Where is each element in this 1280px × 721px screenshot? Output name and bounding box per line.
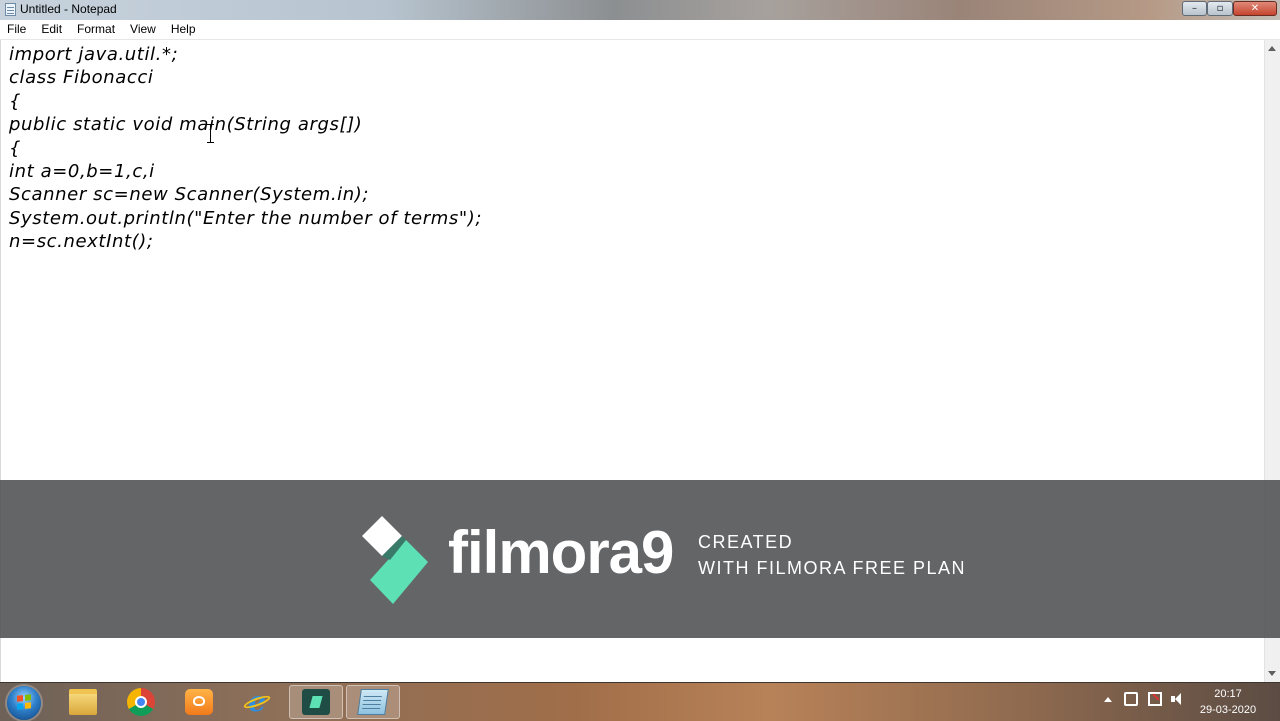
menu-edit[interactable]: Edit bbox=[34, 20, 70, 39]
watermark-line-1: CREATED bbox=[698, 532, 794, 552]
chrome-icon bbox=[127, 688, 155, 716]
taskbar-explorer[interactable] bbox=[56, 685, 110, 719]
ibeam-cursor-icon bbox=[207, 124, 214, 143]
menu-view[interactable]: View bbox=[123, 20, 164, 39]
filmora-logo-icon bbox=[362, 516, 428, 604]
code-line: class Fibonacci bbox=[9, 67, 154, 89]
clock-time[interactable]: 20:17 bbox=[1196, 688, 1260, 700]
code-line: { bbox=[9, 90, 22, 112]
minimize-button[interactable]: – bbox=[1182, 1, 1207, 16]
taskbar-notepad[interactable] bbox=[346, 685, 400, 719]
action-center-icon[interactable] bbox=[1124, 692, 1138, 706]
taskbar-chrome[interactable] bbox=[114, 685, 168, 719]
code-line: { bbox=[9, 137, 22, 159]
menu-help[interactable]: Help bbox=[164, 20, 204, 39]
scroll-up-icon[interactable] bbox=[1268, 46, 1276, 51]
ie-icon: e bbox=[243, 688, 271, 716]
watermark-line-2: WITH FILMORA FREE PLAN bbox=[698, 558, 967, 578]
notepad-icon bbox=[357, 689, 389, 715]
uc-browser-icon bbox=[185, 689, 213, 715]
filmora-icon bbox=[302, 689, 330, 715]
network-icon[interactable] bbox=[1148, 692, 1162, 706]
window-title: Untitled - Notepad bbox=[20, 2, 117, 16]
windows-logo-icon bbox=[17, 694, 31, 710]
clock-date[interactable]: 29-03-2020 bbox=[1196, 704, 1260, 716]
menu-format[interactable]: Format bbox=[70, 20, 123, 39]
taskbar-uc-browser[interactable] bbox=[172, 685, 226, 719]
notepad-app-icon[interactable] bbox=[5, 3, 16, 16]
maximize-button[interactable]: ▫ bbox=[1207, 1, 1233, 16]
volume-icon[interactable] bbox=[1171, 692, 1185, 706]
code-line: Scanner sc=new Scanner(System.in); bbox=[9, 184, 370, 206]
title-bar[interactable]: Untitled - Notepad – ▫ ✕ bbox=[0, 0, 1280, 21]
code-line: import java.util.*; bbox=[9, 44, 179, 65]
start-button[interactable] bbox=[7, 686, 41, 720]
code-line: n=sc.nextInt(); bbox=[9, 231, 154, 253]
taskbar-internet-explorer[interactable]: e bbox=[230, 685, 284, 719]
code-line: int a=0,b=1,c,i bbox=[9, 160, 155, 182]
menu-bar: File Edit Format View Help bbox=[0, 20, 1280, 40]
close-button[interactable]: ✕ bbox=[1233, 1, 1277, 16]
show-hidden-icons-icon[interactable] bbox=[1104, 697, 1112, 702]
filmora-wordmark: filmora9 bbox=[448, 519, 674, 586]
code-line: public static void main(String args[]) bbox=[9, 114, 363, 136]
taskbar-filmora[interactable] bbox=[289, 685, 343, 719]
taskbar: e bbox=[0, 682, 1280, 721]
code-line: System.out.println("Enter the number of … bbox=[9, 207, 482, 229]
menu-file[interactable]: File bbox=[0, 20, 34, 39]
folder-icon bbox=[69, 689, 97, 715]
editor-content[interactable]: import java.util.*; class Fibonacci { pu… bbox=[9, 43, 482, 254]
scroll-down-icon[interactable] bbox=[1268, 671, 1276, 676]
